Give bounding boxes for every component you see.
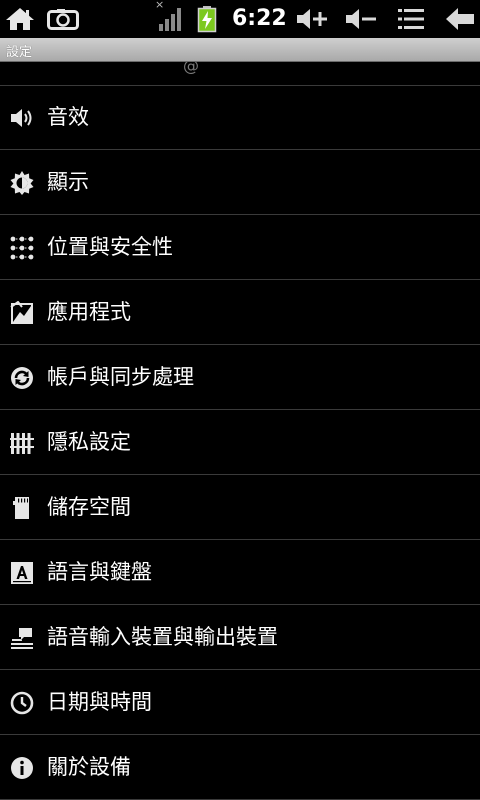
partial-item-glyph: @ bbox=[183, 62, 199, 75]
settings-item-display[interactable]: 顯示 bbox=[0, 150, 480, 215]
page-title: 設定 bbox=[6, 45, 33, 60]
speaker-icon bbox=[10, 106, 34, 130]
settings-item-label: 位置與安全性 bbox=[47, 235, 173, 259]
settings-item-label: 關於設備 bbox=[47, 755, 131, 779]
settings-item-label: 應用程式 bbox=[47, 300, 131, 324]
info-icon bbox=[10, 756, 34, 780]
partial-list-item[interactable]: @ bbox=[0, 62, 480, 86]
screenshot-icon[interactable] bbox=[46, 0, 80, 38]
no-signal-mark: × bbox=[155, 0, 165, 11]
settings-item-label: 語音輸入裝置與輸出裝置 bbox=[47, 625, 278, 649]
settings-item-voice-io[interactable]: 語音輸入裝置與輸出裝置 bbox=[0, 605, 480, 670]
clock-icon bbox=[10, 691, 34, 715]
status-bar: × 6:22 bbox=[0, 0, 480, 38]
settings-item-label: 日期與時間 bbox=[47, 690, 152, 714]
settings-item-label: 語言與鍵盤 bbox=[47, 560, 152, 584]
volume-down-icon[interactable] bbox=[343, 0, 379, 38]
settings-list[interactable]: @ 音效 顯示 位置與安全性 應用程式 帳戶與同步處理 隱私設定 儲存空間 語言… bbox=[0, 62, 480, 800]
sync-icon bbox=[10, 366, 34, 390]
settings-item-label: 音效 bbox=[47, 105, 89, 129]
settings-item-label: 儲存空間 bbox=[47, 495, 131, 519]
settings-item-label: 帳戶與同步處理 bbox=[47, 365, 194, 389]
settings-item-privacy[interactable]: 隱私設定 bbox=[0, 410, 480, 475]
voice-io-icon bbox=[10, 626, 34, 650]
settings-item-date-time[interactable]: 日期與時間 bbox=[0, 670, 480, 735]
brightness-icon bbox=[10, 171, 34, 195]
settings-item-applications[interactable]: 應用程式 bbox=[0, 280, 480, 345]
clock-time: 6:22 bbox=[232, 6, 287, 31]
settings-item-location-security[interactable]: 位置與安全性 bbox=[0, 215, 480, 280]
settings-item-label: 顯示 bbox=[47, 170, 89, 194]
applications-icon bbox=[10, 301, 34, 325]
settings-item-language-keyboard[interactable]: 語言與鍵盤 bbox=[0, 540, 480, 605]
sd-card-icon bbox=[10, 496, 34, 520]
settings-item-label: 隱私設定 bbox=[47, 430, 131, 454]
volume-up-icon[interactable] bbox=[294, 0, 330, 38]
settings-item-accounts-sync[interactable]: 帳戶與同步處理 bbox=[0, 345, 480, 410]
title-bar: 設定 bbox=[0, 38, 480, 62]
settings-item-sound[interactable]: 音效 bbox=[0, 85, 480, 150]
settings-item-storage[interactable]: 儲存空間 bbox=[0, 475, 480, 540]
no-signal-icon: × bbox=[154, 0, 184, 38]
settings-item-about-device[interactable]: 關於設備 bbox=[0, 735, 480, 800]
home-icon[interactable] bbox=[4, 0, 36, 38]
back-icon[interactable] bbox=[444, 0, 476, 38]
language-keyboard-icon bbox=[10, 561, 34, 585]
menu-icon[interactable] bbox=[396, 0, 426, 38]
battery-charging-icon bbox=[196, 0, 218, 38]
privacy-fence-icon bbox=[10, 431, 34, 455]
location-grid-icon bbox=[10, 236, 34, 260]
